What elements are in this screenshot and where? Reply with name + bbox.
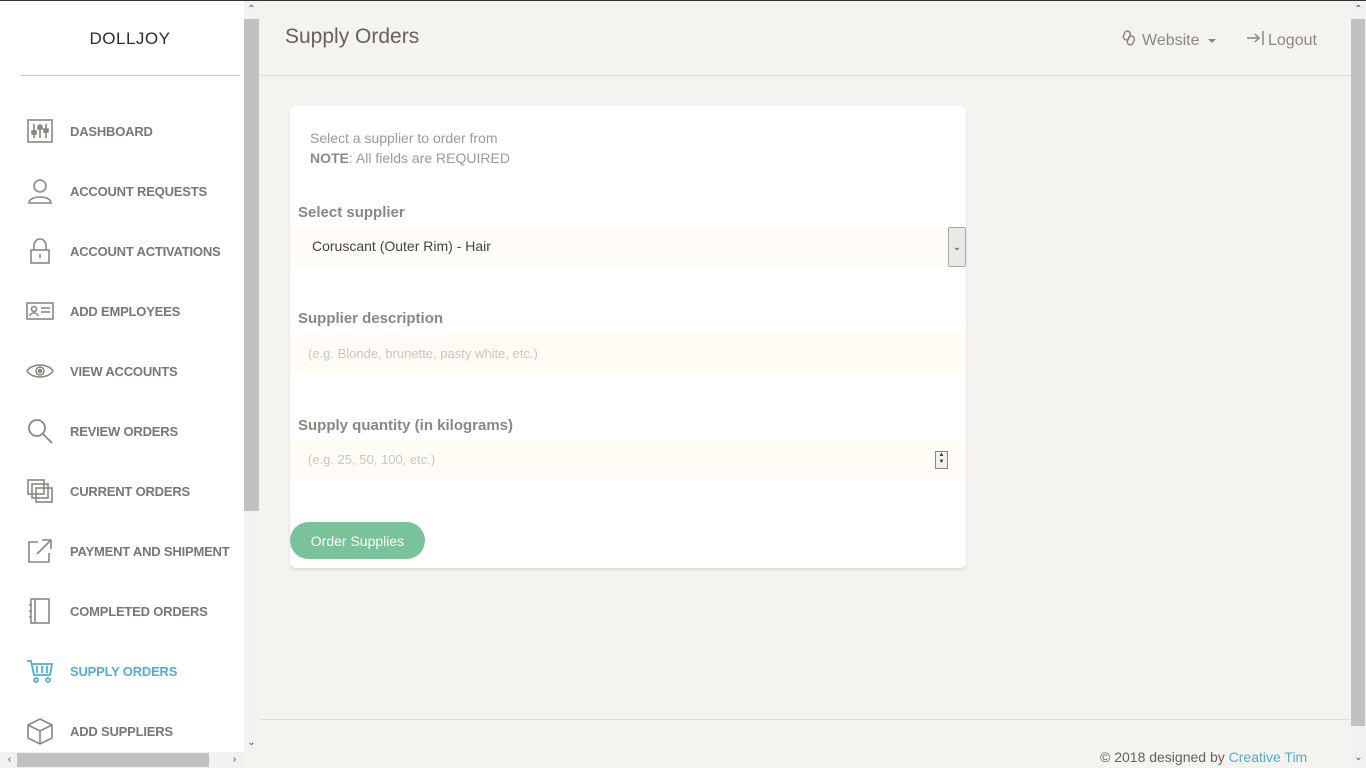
scroll-down-icon[interactable]: ⌄: [1351, 753, 1366, 763]
sidebar-item-account-requests[interactable]: ACCOUNT REQUESTS: [0, 171, 244, 211]
sidebar-item-completed-orders[interactable]: COMPLETED ORDERS: [0, 591, 244, 631]
sidebar-item-label: ADD SUPPLIERS: [70, 723, 173, 739]
logout-label: Logout: [1268, 31, 1317, 49]
website-dropdown[interactable]: Website: [1122, 30, 1216, 51]
sidebar-vertical-scrollbar[interactable]: ⌃ ⌄: [244, 1, 259, 752]
sidebar-item-view-accounts[interactable]: VIEW ACCOUNTS: [0, 351, 244, 391]
lock-icon: [26, 237, 54, 265]
logout-button[interactable]: Logout: [1246, 30, 1317, 51]
chevron-down-icon[interactable]: ⌄: [948, 227, 966, 267]
id-card-icon: [26, 297, 54, 325]
dashboard-sliders-icon: [26, 117, 54, 145]
sidebar-item-add-suppliers[interactable]: ADD SUPPLIERS: [0, 711, 244, 751]
note-line: NOTE: All fields are REQUIRED: [310, 148, 510, 168]
creative-tim-link[interactable]: Creative Tim: [1229, 749, 1308, 765]
quantity-stepper[interactable]: ▲ ▼: [935, 451, 948, 469]
scroll-up-icon[interactable]: ⌃: [1351, 5, 1366, 15]
form-instructions: Select a supplier to order from NOTE: Al…: [310, 128, 510, 168]
scrollbar-thumb[interactable]: [17, 753, 209, 767]
footer-credit: © 2018 designed by Creative Tim: [1100, 749, 1307, 765]
quantity-placeholder: (e.g. 25, 50, 100, etc.): [308, 452, 436, 467]
supplier-select[interactable]: Coruscant (Outer Rim) - Hair ⌄: [290, 227, 966, 267]
sidebar-item-label: SUPPLY ORDERS: [70, 663, 178, 679]
sidebar-item-label: COMPLETED ORDERS: [70, 603, 208, 619]
main-panel: Supply Orders Website Logout Select a su…: [260, 1, 1350, 768]
footer-divider: [260, 719, 1350, 720]
notebook-icon: [26, 597, 54, 625]
scrollbar-thumb[interactable]: [1351, 19, 1365, 726]
quantity-label: Supply quantity (in kilograms): [298, 417, 514, 434]
sidebar-item-supply-orders[interactable]: SUPPLY ORDERS: [0, 651, 244, 691]
note-text: : All fields are REQUIRED: [348, 150, 510, 166]
website-label: Website: [1142, 31, 1200, 49]
scroll-down-icon[interactable]: ⌄: [244, 738, 259, 748]
sidebar-item-label: CURRENT ORDERS: [70, 483, 190, 499]
intro-text: Select a supplier to order from: [310, 130, 498, 146]
search-icon: [26, 417, 54, 445]
sidebar-item-add-employees[interactable]: ADD EMPLOYEES: [0, 291, 244, 331]
logout-icon: [1246, 30, 1266, 51]
note-label: NOTE: [310, 150, 349, 166]
sidebar-item-label: REVIEW ORDERS: [70, 423, 178, 439]
sidebar-horizontal-scrollbar[interactable]: ‹ ›: [0, 752, 244, 768]
brand-logo[interactable]: DOLLJOY: [20, 1, 240, 76]
description-placeholder: (e.g. Blonde, brunette, pasty white, etc…: [308, 346, 538, 361]
top-navbar: Supply Orders Website Logout: [260, 1, 1350, 76]
main-vertical-scrollbar[interactable]: ⌃ ⌄: [1350, 1, 1366, 768]
box-icon: [26, 717, 54, 745]
supplier-selected-value: Coruscant (Outer Rim) - Hair: [312, 238, 491, 254]
sidebar-item-review-orders[interactable]: REVIEW ORDERS: [0, 411, 244, 451]
supplier-description-input[interactable]: (e.g. Blonde, brunette, pasty white, etc…: [290, 334, 966, 374]
cart-icon: [26, 657, 54, 685]
footer-text: © 2018 designed by: [1100, 749, 1229, 765]
link-icon: [1122, 30, 1136, 51]
sidebar-item-label: DASHBOARD: [70, 123, 153, 139]
quantity-input[interactable]: (e.g. 25, 50, 100, etc.) ▲ ▼: [290, 440, 966, 480]
scroll-up-icon[interactable]: ⌃: [244, 5, 259, 15]
sidebar-item-label: ACCOUNT REQUESTS: [70, 183, 207, 199]
supply-order-card: Select a supplier to order from NOTE: Al…: [290, 106, 966, 568]
page-title: Supply Orders: [285, 25, 420, 48]
sidebar-item-label: PAYMENT AND SHIPMENT: [70, 543, 230, 559]
external-link-icon: [26, 537, 54, 565]
sidebar-item-label: ACCOUNT ACTIVATIONS: [70, 243, 221, 259]
order-supplies-button[interactable]: Order Supplies: [290, 522, 425, 559]
scroll-right-icon[interactable]: ›: [227, 755, 242, 765]
caret-down-icon: [1207, 38, 1216, 43]
sidebar-item-label: ADD EMPLOYEES: [70, 303, 181, 319]
sidebar-item-label: VIEW ACCOUNTS: [70, 363, 178, 379]
supplier-label: Select supplier: [298, 204, 405, 221]
sidebar: DOLLJOY DASHBOARD ACCOUNT REQUESTS ACCOU…: [0, 1, 244, 752]
scrollbar-thumb[interactable]: [244, 19, 259, 511]
scroll-left-icon[interactable]: ‹: [2, 755, 17, 765]
layers-icon: [26, 477, 54, 505]
description-label: Supplier description: [298, 310, 444, 327]
eye-icon: [26, 357, 54, 385]
sidebar-item-account-activations[interactable]: ACCOUNT ACTIVATIONS: [0, 231, 244, 271]
sidebar-item-current-orders[interactable]: CURRENT ORDERS: [0, 471, 244, 511]
user-icon: [26, 177, 54, 205]
sidebar-item-payment-and-shipment[interactable]: PAYMENT AND SHIPMENT: [0, 531, 244, 571]
sidebar-item-dashboard[interactable]: DASHBOARD: [0, 111, 244, 151]
